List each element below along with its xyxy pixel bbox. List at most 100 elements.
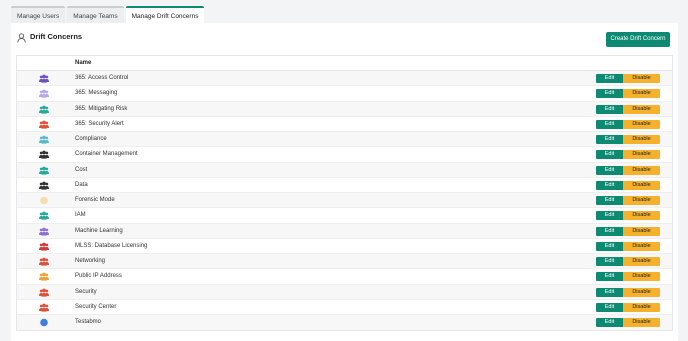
disable-button[interactable]: Disable xyxy=(623,104,660,114)
row-name: IAM xyxy=(75,212,86,219)
table-row: Public IP Address Edit Disable xyxy=(17,269,672,285)
edit-button[interactable]: Edit xyxy=(596,287,623,297)
team-icon xyxy=(39,89,49,98)
panel-header: Drift Concerns Create Drift Concern xyxy=(11,23,678,55)
disable-button[interactable]: Disable xyxy=(623,180,660,190)
edit-button[interactable]: Edit xyxy=(596,89,623,99)
team-icon xyxy=(39,227,49,236)
row-name: 365: Messaging xyxy=(75,90,118,97)
row-actions: Edit Disable xyxy=(596,150,660,160)
team-icon xyxy=(39,120,49,129)
row-actions: Edit Disable xyxy=(596,211,660,221)
disable-button[interactable]: Disable xyxy=(623,272,660,282)
row-name: 365: Access Control xyxy=(75,75,129,81)
team-icon xyxy=(39,257,49,266)
disable-button[interactable]: Disable xyxy=(623,135,660,144)
edit-button[interactable]: Edit xyxy=(596,302,623,312)
edit-button[interactable]: Edit xyxy=(596,257,623,266)
edit-button[interactable]: Edit xyxy=(596,180,623,190)
table-row: Forensic Mode Edit Disable xyxy=(17,193,672,209)
edit-button[interactable]: Edit xyxy=(596,74,623,83)
table-row: 365: Access Control Edit Disable xyxy=(17,71,672,87)
row-name: Testabmo xyxy=(75,319,102,325)
edit-button[interactable]: Edit xyxy=(596,196,623,205)
table-body: 365: Access Control Edit Disable 365: Messa… xyxy=(17,71,672,331)
table-row: 365: Security Alert Edit Disable xyxy=(17,116,672,132)
table-row: Data Edit Disable xyxy=(17,177,672,193)
row-name: Forensic Mode xyxy=(75,197,115,203)
row-actions: Edit Disable xyxy=(596,119,660,129)
row-name: Data xyxy=(75,181,88,188)
table-row: MLSS: Database Licensing Edit Disable xyxy=(17,238,672,254)
row-name: Security xyxy=(75,288,97,295)
table-row: Compliance Edit Disable xyxy=(17,132,672,148)
team-icon xyxy=(39,105,49,114)
tab-manage-drift-concerns[interactable]: Manage Drift Concerns xyxy=(125,6,205,23)
edit-button[interactable]: Edit xyxy=(596,165,623,175)
disable-button[interactable]: Disable xyxy=(623,211,660,221)
row-name: Security Center xyxy=(75,303,117,310)
row-name: Compliance xyxy=(75,136,107,142)
disable-button[interactable]: Disable xyxy=(623,196,660,205)
disable-button[interactable]: Disable xyxy=(623,150,660,160)
user-icon xyxy=(17,33,26,43)
tab-bar: Manage Users Manage Teams Manage Drift Con… xyxy=(11,6,205,23)
edit-button[interactable]: Edit xyxy=(596,135,623,144)
table-row: Security Center Edit Disable xyxy=(17,299,672,315)
table-row: IAM Edit Disable xyxy=(17,208,672,224)
row-name: Machine Learning xyxy=(75,227,123,234)
team-icon xyxy=(39,242,49,251)
edit-button[interactable]: Edit xyxy=(596,241,623,251)
edit-button[interactable]: Edit xyxy=(596,104,623,114)
disable-button[interactable]: Disable xyxy=(623,89,660,99)
row-actions: Edit Disable xyxy=(596,135,660,144)
row-actions: Edit Disable xyxy=(596,226,660,236)
team-icon xyxy=(39,303,49,312)
edit-button[interactable]: Edit xyxy=(596,226,623,236)
row-actions: Edit Disable xyxy=(596,302,660,312)
edit-button[interactable]: Edit xyxy=(596,119,623,129)
page-title: Drift Concerns xyxy=(30,32,83,41)
row-name: Cost xyxy=(75,166,88,173)
row-actions: Edit Disable xyxy=(596,89,660,99)
row-actions: Edit Disable xyxy=(596,272,660,282)
table-row: Testabmo Edit Disable xyxy=(17,315,672,331)
table-row: 365: Messaging Edit Disable xyxy=(17,86,672,102)
edit-button[interactable]: Edit xyxy=(596,150,623,160)
row-actions: Edit Disable xyxy=(596,318,660,327)
team-icon xyxy=(39,181,49,190)
disable-button[interactable]: Disable xyxy=(623,165,660,175)
row-name: 365: Mitigating Risk xyxy=(75,105,128,112)
disable-button[interactable]: Disable xyxy=(623,318,660,327)
drift-concerns-panel: Drift Concerns Create Drift Concern Name… xyxy=(11,23,678,341)
team-icon xyxy=(39,150,49,159)
disable-button[interactable]: Disable xyxy=(623,302,660,312)
team-icon xyxy=(39,211,49,220)
row-actions: Edit Disable xyxy=(596,196,660,205)
row-name: Networking xyxy=(75,258,106,264)
disable-button[interactable]: Disable xyxy=(623,287,660,297)
team-icon xyxy=(39,166,49,175)
edit-button[interactable]: Edit xyxy=(596,211,623,221)
disable-button[interactable]: Disable xyxy=(623,226,660,236)
disable-button[interactable]: Disable xyxy=(623,241,660,251)
table-row: Container Management Edit Disable xyxy=(17,147,672,163)
tab-manage-teams[interactable]: Manage Teams xyxy=(67,6,124,23)
row-actions: Edit Disable xyxy=(596,241,660,251)
row-actions: Edit Disable xyxy=(596,257,660,266)
disable-button[interactable]: Disable xyxy=(623,257,660,266)
disable-button[interactable]: Disable xyxy=(623,74,660,83)
create-drift-concern-button[interactable]: Create Drift Concern xyxy=(606,32,670,47)
row-actions: Edit Disable xyxy=(596,104,660,114)
row-actions: Edit Disable xyxy=(596,74,660,83)
disable-button[interactable]: Disable xyxy=(623,119,660,129)
row-name: Public IP Address xyxy=(75,273,122,280)
team-icon xyxy=(39,272,49,281)
tab-manage-users[interactable]: Manage Users xyxy=(11,6,66,23)
column-header-name: Name xyxy=(75,60,92,66)
row-name: MLSS: Database Licensing xyxy=(75,242,148,249)
row-actions: Edit Disable xyxy=(596,180,660,190)
row-actions: Edit Disable xyxy=(596,287,660,297)
edit-button[interactable]: Edit xyxy=(596,272,623,282)
edit-button[interactable]: Edit xyxy=(596,318,623,327)
